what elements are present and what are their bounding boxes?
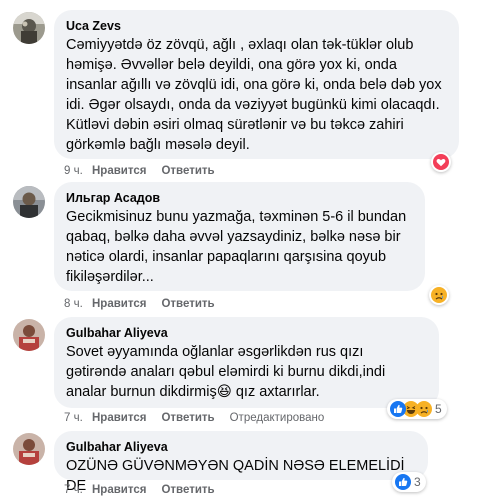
comment-bubble: Gulbahar Aliyeva Sovet əyyamında oğlanla… <box>54 317 439 408</box>
comment-bubble: Ильгар Асадов Gecikmisinuz bunu yazmağa,… <box>54 182 425 291</box>
avatar[interactable] <box>13 433 45 465</box>
reaction-count: 3 <box>414 475 421 489</box>
comment-author[interactable]: Gulbahar Aliyeva <box>66 439 416 455</box>
like-button[interactable]: Нравится <box>92 296 146 312</box>
like-button[interactable]: Нравится <box>92 163 146 179</box>
comment-author[interactable]: Uca Zevs <box>66 18 447 34</box>
comment-author[interactable]: Gulbahar Aliyeva <box>66 325 427 341</box>
comment-bubble: Uca Zevs Cəmiyyətdə öz zövqü, ağlı , əxl… <box>54 10 459 159</box>
reply-button[interactable]: Ответить <box>161 410 214 426</box>
reply-button[interactable]: Ответить <box>161 296 214 312</box>
comment-text: Gecikmisinuz bunu yazmağa, təxminən 5-6 … <box>66 209 407 285</box>
avatar[interactable] <box>13 319 45 351</box>
love-reaction-icon <box>433 154 449 170</box>
like-reaction-icon <box>390 401 406 417</box>
avatar[interactable] <box>13 186 45 218</box>
comment-actions: 7 ч. Нравится Ответить <box>64 482 230 498</box>
reaction-summary[interactable]: 3 <box>392 472 426 492</box>
comment-time[interactable]: 7 ч. <box>64 410 92 426</box>
comment-time[interactable]: 7 ч. <box>64 482 92 498</box>
reaction-count: 5 <box>435 402 442 416</box>
reaction-summary[interactable] <box>429 285 449 305</box>
sad-reaction-icon <box>431 287 447 303</box>
comment-bubble: Gulbahar Aliyeva OZÜNƏ GÜVƏNMƏYƏN QADİN … <box>54 431 428 494</box>
comment-text: Sovet əyyamında oğlanlar əsgərlikdən rus… <box>66 342 427 402</box>
comment-text: Cəmiyyətdə öz zövqü, ağlı , əxlaqı olan … <box>66 37 442 153</box>
edited-label: Отредактировано <box>229 412 325 424</box>
avatar[interactable] <box>13 12 45 44</box>
comment-actions: 8 ч. Нравится Ответить <box>64 296 230 312</box>
like-button[interactable]: Нравится <box>92 410 146 426</box>
comment-time[interactable]: 8 ч. <box>64 296 92 312</box>
comment-text-part: qız axtarırlar. <box>231 384 320 400</box>
reaction-summary[interactable]: 5 <box>387 399 447 419</box>
laughing-emoji: 😆 <box>216 384 232 400</box>
comment-time[interactable]: 9 ч. <box>64 163 92 179</box>
comment-actions: 9 ч. Нравится Ответить <box>64 163 230 179</box>
reply-button[interactable]: Ответить <box>161 163 214 179</box>
like-button[interactable]: Нравится <box>92 482 146 498</box>
reaction-summary[interactable] <box>431 152 451 172</box>
comment-author[interactable]: Ильгар Асадов <box>66 190 413 206</box>
reply-button[interactable]: Ответить <box>161 482 214 498</box>
like-reaction-icon <box>395 474 411 490</box>
comment-actions: 7 ч. Нравится Ответить Отредактировано <box>64 410 324 426</box>
